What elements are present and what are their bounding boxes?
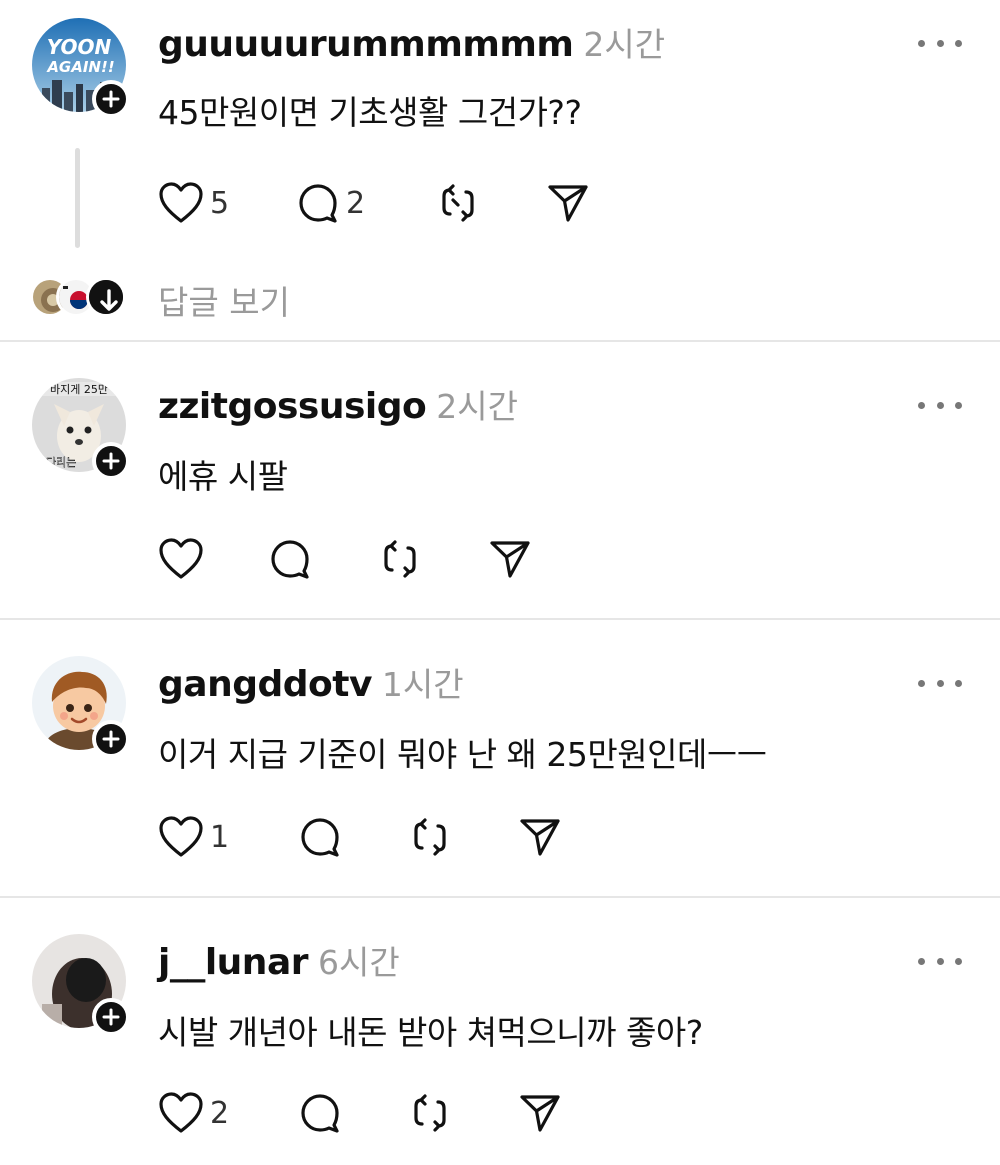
username[interactable]: gangddotv <box>158 664 372 705</box>
svg-text:YOON: YOON <box>47 35 112 59</box>
repost-icon <box>384 540 416 578</box>
send-icon <box>520 1095 560 1132</box>
comment-icon <box>301 818 339 857</box>
svg-text:AGAIN!!: AGAIN!! <box>46 58 114 76</box>
comment-count: 2 <box>346 185 366 221</box>
like-button[interactable]: 1 <box>158 812 229 862</box>
avatar-caption-top: 바지게 25만 <box>50 383 108 396</box>
plus-icon <box>102 1008 120 1026</box>
post-text: 45만원이면 기초생활 그건가?? <box>158 93 582 132</box>
avatar-caption-bottom: 다리는 <box>46 456 76 469</box>
repost-icon <box>414 1094 446 1132</box>
comment-button[interactable] <box>298 1088 342 1138</box>
heart-icon <box>159 538 203 579</box>
post-item: j__lunar 6시간 시발 개년아 내돈 받아 쳐먹으니까 좋아? 2 <box>0 898 1000 1165</box>
plus-icon <box>102 90 120 108</box>
comment-button[interactable] <box>268 534 312 584</box>
post-header: j__lunar 6시간 <box>158 936 400 986</box>
more-button[interactable] <box>915 951 965 971</box>
share-button[interactable] <box>518 1088 562 1138</box>
post-item: gangddotv 1시간 이거 지급 기준이 뭐야 난 왜 25만원인데ㅡㅡ … <box>0 620 1000 896</box>
share-button[interactable] <box>518 812 562 862</box>
repost-button[interactable] <box>436 178 480 228</box>
share-button[interactable] <box>546 178 590 228</box>
comment-icon <box>271 540 309 579</box>
comment-icon <box>299 184 337 223</box>
comment-button[interactable]: 2 <box>296 178 365 228</box>
more-button[interactable] <box>915 395 965 415</box>
username[interactable]: guuuuurummmmmm <box>158 24 574 65</box>
more-icon <box>918 39 925 47</box>
more-button[interactable] <box>915 673 965 693</box>
follow-button[interactable] <box>92 998 130 1036</box>
heart-icon <box>159 816 203 857</box>
comment-button[interactable] <box>298 812 342 862</box>
more-button[interactable] <box>915 33 965 53</box>
username[interactable]: zzitgossusigo <box>158 386 427 427</box>
like-button[interactable]: 2 <box>158 1088 229 1138</box>
post-header: guuuuurummmmmm 2시간 <box>158 18 665 68</box>
more-icon <box>918 679 925 687</box>
repost-button[interactable] <box>408 1088 452 1138</box>
repost-icon <box>414 818 446 856</box>
like-button[interactable] <box>158 534 204 584</box>
send-icon <box>490 541 530 578</box>
view-replies-link[interactable]: 답글 보기 <box>158 276 290 324</box>
thread-line <box>75 148 80 248</box>
timestamp: 1시간 <box>381 665 464 704</box>
repost-button[interactable] <box>408 812 452 862</box>
like-count: 2 <box>210 1095 230 1131</box>
like-count: 1 <box>210 819 230 855</box>
reply-avatars[interactable] <box>30 272 126 322</box>
repost-icon <box>442 184 474 222</box>
post-text: 시발 개년아 내돈 받아 쳐먹으니까 좋아? <box>158 1013 703 1052</box>
follow-button[interactable] <box>92 80 130 118</box>
heart-icon <box>159 182 203 223</box>
comment-icon <box>301 1094 339 1133</box>
share-button[interactable] <box>488 534 532 584</box>
repost-button[interactable] <box>378 534 422 584</box>
heart-icon <box>159 1092 203 1133</box>
timestamp: 6시간 <box>317 943 400 982</box>
plus-icon <box>102 452 120 470</box>
post-header: zzitgossusigo 2시간 <box>158 380 518 430</box>
post-item: YOON AGAIN!! guuuuurummmmmm 2시간 45만원이면 기… <box>0 0 1000 340</box>
like-count: 5 <box>210 185 230 221</box>
follow-button[interactable] <box>92 442 130 480</box>
timestamp: 2시간 <box>583 25 666 64</box>
post-text: 에휴 시팔 <box>158 457 288 496</box>
arrow-down-icon <box>89 280 123 314</box>
post-text: 이거 지급 기준이 뭐야 난 왜 25만원인데ㅡㅡ <box>158 735 767 774</box>
plus-icon <box>102 730 120 748</box>
send-icon <box>520 819 560 856</box>
expand-replies-button[interactable] <box>86 277 126 317</box>
send-icon <box>548 185 588 222</box>
post-header: gangddotv 1시간 <box>158 658 464 708</box>
post-item: 바지게 25만 다리는 zzitgossusigo 2시간 에휴 시팔 <box>0 342 1000 618</box>
username[interactable]: j__lunar <box>158 942 308 983</box>
like-button[interactable]: 5 <box>158 178 229 228</box>
more-icon <box>918 957 925 965</box>
follow-button[interactable] <box>92 720 130 758</box>
more-icon <box>918 401 925 409</box>
timestamp: 2시간 <box>436 387 518 426</box>
